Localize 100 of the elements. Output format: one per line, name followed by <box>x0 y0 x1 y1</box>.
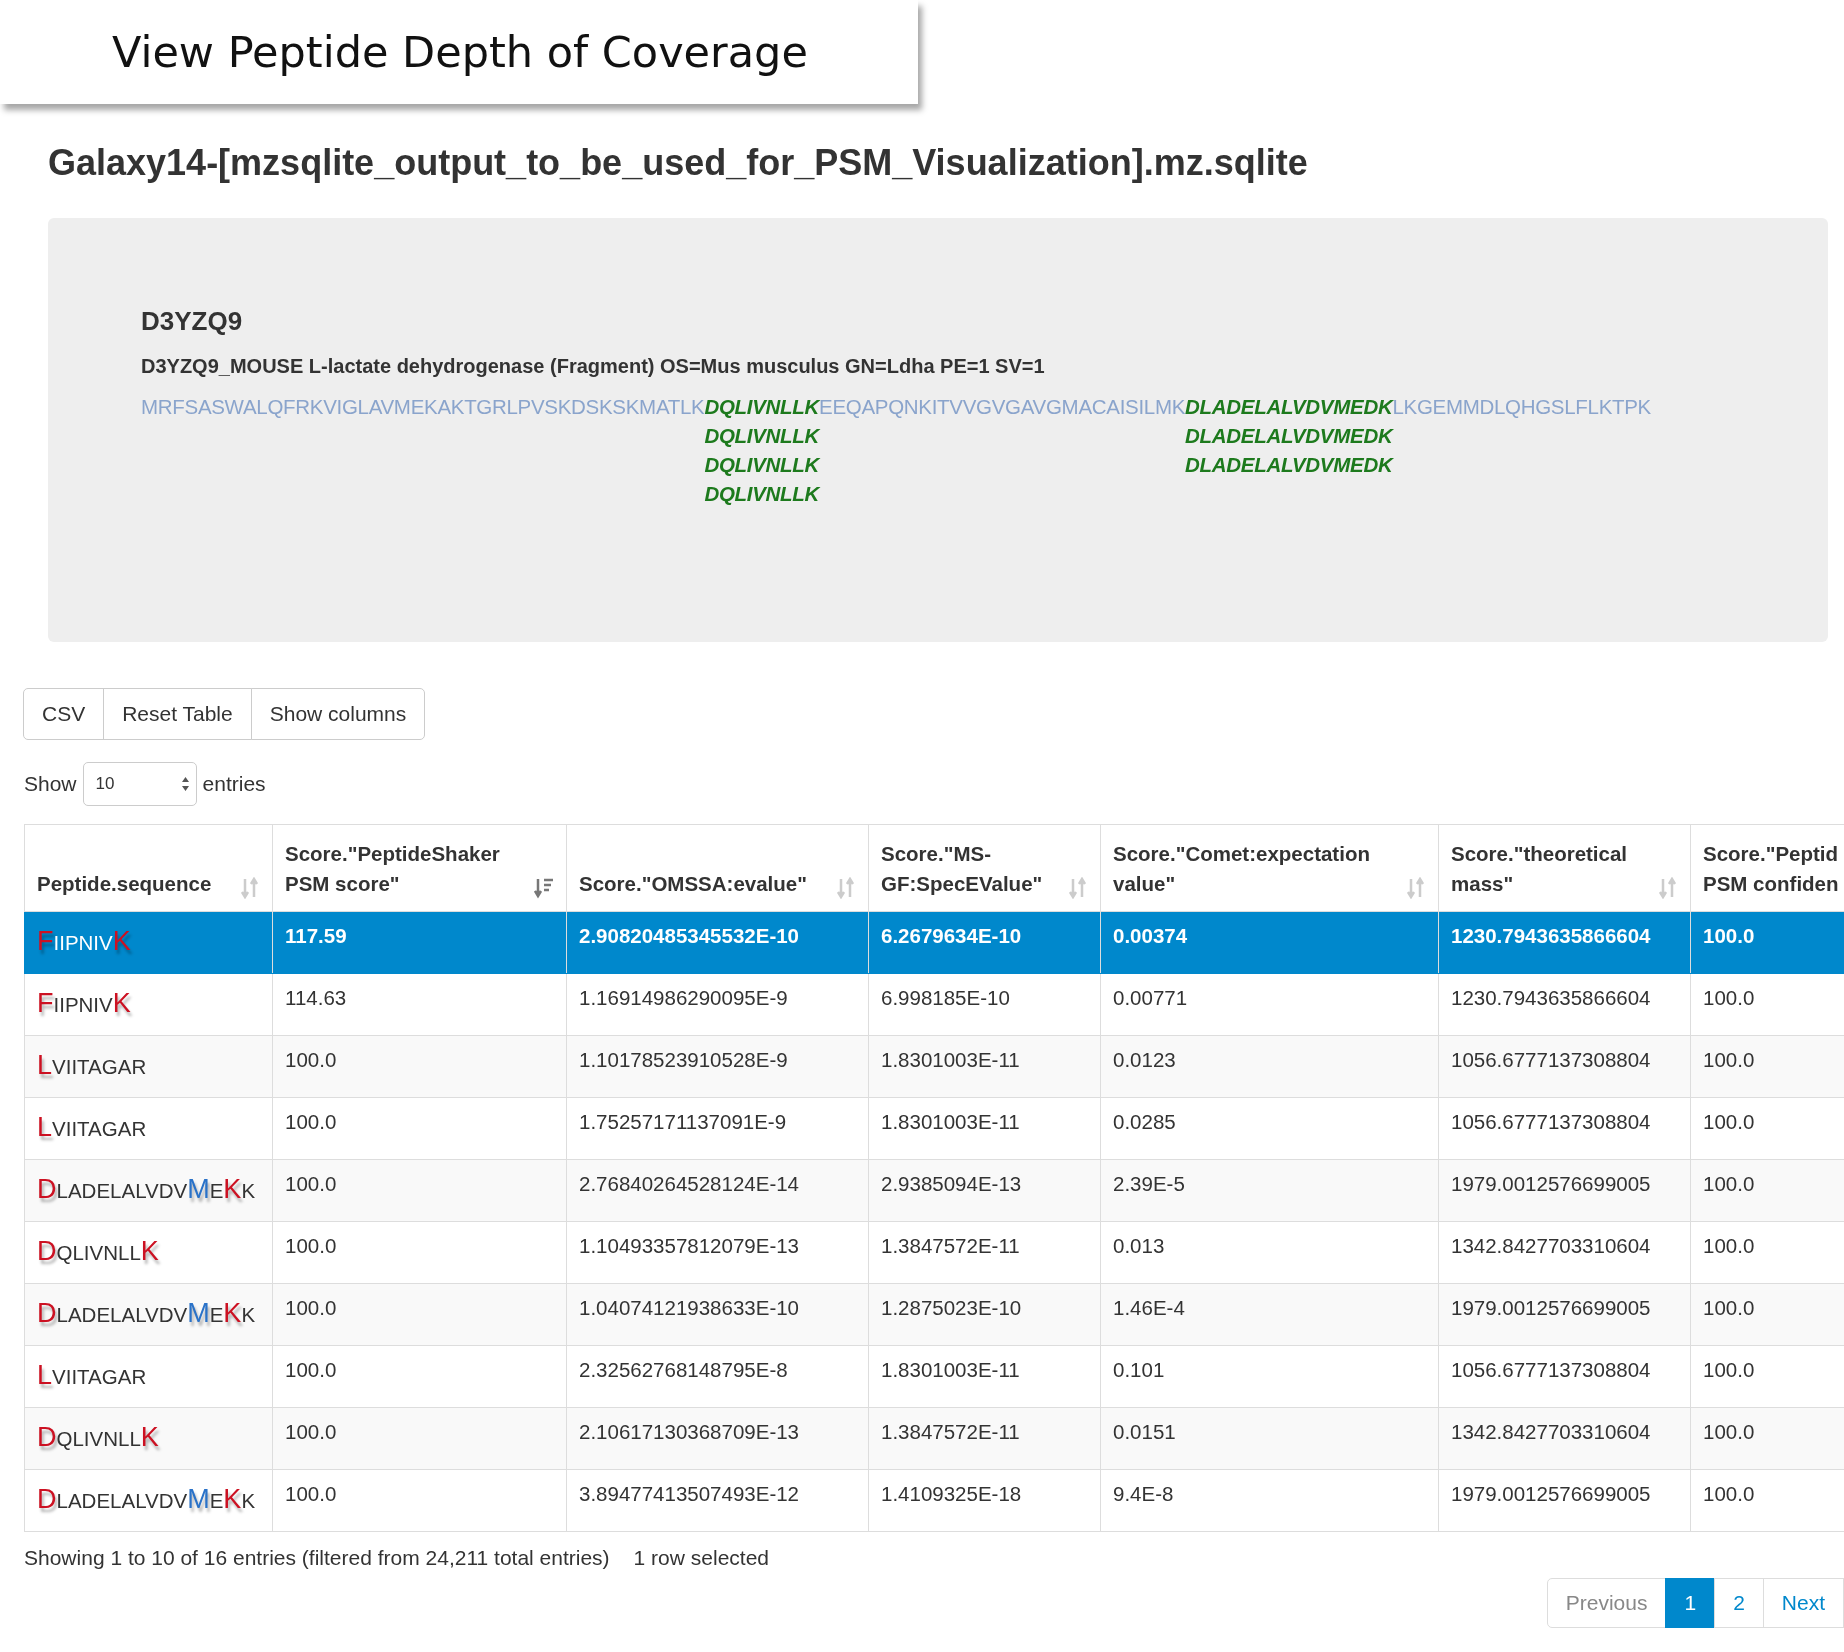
table-cell: 100.0 <box>272 1097 567 1160</box>
table-cell: 100.0 <box>1690 1407 1844 1470</box>
table-row[interactable]: DLADELALVDVMEKK 100.0 2.76840264528124E-14 2.9385094E-13 2.39E-5 1979.0012576699005 100.0 <box>24 1159 1844 1222</box>
table-cell: 100.0 <box>272 1283 567 1346</box>
sequence-text: EEQAPQNKITVVGVGAVGMACAISILMK <box>819 394 1186 420</box>
table-cell: 100.0 <box>272 1159 567 1222</box>
column-header[interactable]: Peptide.sequence <box>24 824 273 912</box>
protein-accession: D3YZQ9 <box>141 306 244 337</box>
table-cell: 1.2875023E-10 <box>868 1283 1101 1346</box>
table-cell: 1342.8427703310604 <box>1438 1221 1691 1284</box>
table-cell: 100.0 <box>1690 1283 1844 1346</box>
table-cell: 1056.6777137308804 <box>1438 1097 1691 1160</box>
peptide-text: DQLIVNLLK <box>704 423 820 449</box>
table-cell: 0.00374 <box>1100 911 1439 974</box>
column-header[interactable]: Score."theoretical mass" <box>1438 824 1691 912</box>
table-row[interactable]: DLADELALVDVMEKK 100.0 3.89477413507493E-12 1.4109325E-18 9.4E-8 1979.0012576699005 100.0 <box>24 1469 1844 1532</box>
table-cell: 1.10178523910528E-9 <box>566 1035 869 1098</box>
table-info: Showing 1 to 10 of 16 entries (filtered from 24,211 total entries) <box>24 1546 610 1570</box>
protein-description: D3YZQ9_MOUSE L-lactate dehydrogenase (Fragment) OS=Mus musculus GN=Ldha PE=1 SV=1 <box>141 355 1046 378</box>
peptide-text: DLADELALVDVMEDK <box>1185 394 1393 420</box>
table-cell: 1.75257171137091E-9 <box>566 1097 869 1160</box>
table-cell: 1.3847572E-11 <box>868 1407 1101 1470</box>
page-banner: View Peptide Depth of Coverage <box>0 0 918 104</box>
peptide-text: DQLIVNLLK <box>704 394 820 420</box>
column-header[interactable]: Score."MS-GF:SpecEValue" <box>868 824 1101 912</box>
peptide-cell: FIIPNIVK <box>24 911 273 974</box>
table-cell: 1.3847572E-11 <box>868 1221 1101 1284</box>
pagination-link[interactable]: Next <box>1762 1578 1844 1628</box>
table-row[interactable]: LVIITAGAR 100.0 1.75257171137091E-9 1.8301003E-11 0.0285 1056.6777137308804 100.0 <box>24 1097 1844 1160</box>
peptide-cell: DLADELALVDVMEKK <box>24 1469 273 1532</box>
table-cell: 2.10617130368709E-13 <box>566 1407 869 1470</box>
table-cell: 1979.0012576699005 <box>1438 1283 1691 1346</box>
table-cell: 100.0 <box>272 1469 567 1532</box>
file-title: Galaxy14-[mzsqlite_output_to_be_used_for_PSM_Visualization].mz.sqlite <box>48 142 1309 184</box>
table-cell: 117.59 <box>272 911 567 974</box>
table-cell: 1.46E-4 <box>1100 1283 1439 1346</box>
table-cell: 100.0 <box>1690 1035 1844 1098</box>
table-cell: 0.00771 <box>1100 973 1439 1036</box>
peptide-cell: FIIPNIVK <box>24 973 273 1036</box>
toolbar-button[interactable]: CSV <box>23 688 105 740</box>
show-label: Show <box>24 772 77 796</box>
page-button[interactable]: 2 <box>1714 1578 1764 1628</box>
table-cell: 100.0 <box>1690 911 1844 974</box>
table-cell: 1.10493357812079E-13 <box>566 1221 869 1284</box>
table-cell: 1979.0012576699005 <box>1438 1469 1691 1532</box>
table-cell: 2.32562768148795E-8 <box>566 1345 869 1408</box>
table-cell: 1.8301003E-11 <box>868 1345 1101 1408</box>
table-cell: 1056.6777137308804 <box>1438 1035 1691 1098</box>
peptide-text: DLADELALVDVMEDK <box>1185 423 1393 449</box>
table-cell: 9.4E-8 <box>1100 1469 1439 1532</box>
table-cell: 2.9385094E-13 <box>868 1159 1101 1222</box>
table-cell: 2.90820485345532E-10 <box>566 911 869 974</box>
table-cell: 1.8301003E-11 <box>868 1097 1101 1160</box>
table-row[interactable]: DLADELALVDVMEKK 100.0 1.04074121938633E-10 1.2875023E-10 1.46E-4 1979.0012576699005 100.0 <box>24 1283 1844 1346</box>
pagination-link[interactable]: Previous <box>1546 1578 1667 1628</box>
table-cell: 1.8301003E-11 <box>868 1035 1101 1098</box>
selection-info: 1 row selected <box>633 1546 769 1570</box>
column-header[interactable]: Score."PeptideShaker PSM score" <box>272 824 567 912</box>
table-cell: 100.0 <box>1690 1159 1844 1222</box>
peptide-text: DLADELALVDVMEDK <box>1185 452 1393 478</box>
peptide-cell: LVIITAGAR <box>24 1097 273 1160</box>
peptide-cell: LVIITAGAR <box>24 1035 273 1098</box>
table-cell: 1230.7943635866604 <box>1438 973 1691 1036</box>
sort-icon[interactable] <box>534 877 554 899</box>
peptide-cell: DQLIVNLLK <box>24 1407 273 1470</box>
table-cell: 0.013 <box>1100 1221 1439 1284</box>
table-cell: 6.998185E-10 <box>868 973 1101 1036</box>
table-cell: 1056.6777137308804 <box>1438 1345 1691 1408</box>
entries-label: entries <box>202 772 266 796</box>
column-header[interactable]: Score."Peptid PSM confiden <box>1690 824 1844 912</box>
table-cell: 2.39E-5 <box>1100 1159 1439 1222</box>
column-header[interactable]: Score."Comet:expectation value" <box>1100 824 1439 912</box>
table-row[interactable]: FIIPNIVK 117.59 2.90820485345532E-10 6.2679634E-10 0.00374 1230.7943635866604 100.0 <box>24 911 1844 974</box>
page-button[interactable]: 1 <box>1665 1578 1716 1628</box>
table-row[interactable]: FIIPNIVK 114.63 1.16914986290095E-9 6.998185E-10 0.00771 1230.7943635866604 100.0 <box>24 973 1844 1036</box>
table-cell: 100.0 <box>272 1221 567 1284</box>
toolbar-button[interactable]: Reset Table <box>103 688 252 740</box>
peptide-cell: DLADELALVDVMEKK <box>24 1283 273 1346</box>
table-cell: 1230.7943635866604 <box>1438 911 1691 974</box>
table-cell: 0.0151 <box>1100 1407 1439 1470</box>
table-cell: 100.0 <box>272 1345 567 1408</box>
table-cell: 1342.8427703310604 <box>1438 1407 1691 1470</box>
peptide-cell: DQLIVNLLK <box>24 1221 273 1284</box>
spinner-icon <box>180 776 190 792</box>
table-cell: 100.0 <box>272 1035 567 1098</box>
table-cell: 1.16914986290095E-9 <box>566 973 869 1036</box>
column-header[interactable]: Score."OMSSA:evalue" <box>566 824 869 912</box>
entries-select[interactable]: 10 <box>82 762 197 806</box>
table-row[interactable]: DQLIVNLLK 100.0 1.10493357812079E-13 1.3847572E-11 0.013 1342.8427703310604 100.0 <box>24 1221 1844 1284</box>
toolbar-button[interactable]: Show columns <box>250 688 426 740</box>
peptide-cell: LVIITAGAR <box>24 1345 273 1408</box>
table-row[interactable]: LVIITAGAR 100.0 2.32562768148795E-8 1.8301003E-11 0.101 1056.6777137308804 100.0 <box>24 1345 1844 1408</box>
peptide-cell: DLADELALVDVMEKK <box>24 1159 273 1222</box>
peptide-text: DQLIVNLLK <box>704 452 820 478</box>
table-cell: 0.0285 <box>1100 1097 1439 1160</box>
table-row[interactable]: LVIITAGAR 100.0 1.10178523910528E-9 1.8301003E-11 0.0123 1056.6777137308804 100.0 <box>24 1035 1844 1098</box>
table-cell: 3.89477413507493E-12 <box>566 1469 869 1532</box>
table-row[interactable]: DQLIVNLLK 100.0 2.10617130368709E-13 1.3847572E-11 0.0151 1342.8427703310604 100.0 <box>24 1407 1844 1470</box>
peptide-text: DQLIVNLLK <box>704 481 820 507</box>
table-cell: 114.63 <box>272 973 567 1036</box>
